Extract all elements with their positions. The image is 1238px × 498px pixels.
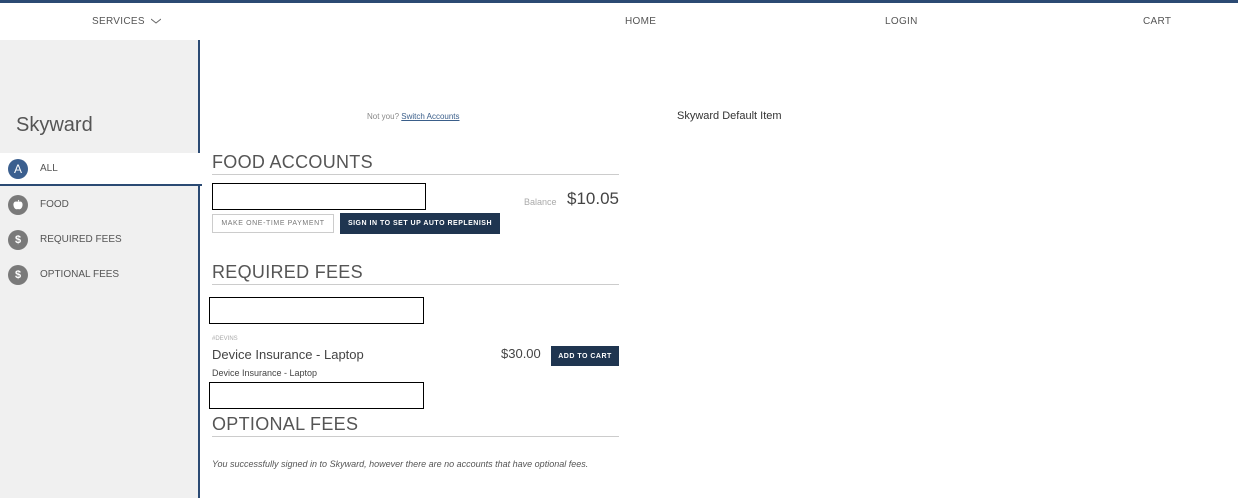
sidebar-item-label: ALL [40,163,58,174]
required-fees-heading: REQUIRED FEES [212,262,619,285]
dollar-icon: $ [8,229,28,250]
sidebar-item-required-fees[interactable]: $ REQUIRED FEES [0,223,200,256]
switch-accounts-link[interactable]: Switch Accounts [401,112,459,121]
nav-home[interactable]: HOME [625,16,656,27]
account-switcher: Not you? Switch Accounts [367,112,460,121]
add-to-cart-button[interactable]: ADD TO CART [551,346,619,366]
fee-description: Device Insurance - Laptop [212,368,318,378]
redacted-student-name [209,382,424,409]
sidebar-item-food[interactable]: FOOD [0,188,200,221]
brand-title: Skyward [16,114,93,136]
fee-name: Device Insurance - Laptop [212,347,364,362]
nav-login[interactable]: LOGIN [885,16,918,27]
not-you-text: Not you? [367,112,400,121]
default-item-label: Skyward Default Item [677,110,782,122]
main-content: Not you? Switch Accounts Skyward Default… [202,40,1238,498]
sidebar-item-label: REQUIRED FEES [40,234,122,245]
sidebar-item-label: OPTIONAL FEES [40,269,120,280]
fee-code: #DEVINS [212,336,238,342]
balance-value: $10.05 [567,189,619,208]
dollar-icon: $ [8,264,28,285]
auto-replenish-button[interactable]: SIGN IN TO SET UP AUTO REPLENISH [340,213,500,234]
redacted-student-name [212,183,426,210]
redacted-student-name [209,297,424,324]
nav-services-label: SERVICES [92,16,145,27]
food-accounts-heading: FOOD ACCOUNTS [212,152,619,175]
sidebar-item-all[interactable]: A ALL [0,153,202,186]
fee-price: $30.00 [501,346,541,361]
make-one-time-payment-button[interactable]: MAKE ONE-TIME PAYMENT [212,214,334,233]
chevron-down-icon [150,18,161,24]
nav-cart[interactable]: CART [1143,16,1171,27]
sidebar-item-optional-fees[interactable]: $ OPTIONAL FEES [0,258,200,291]
optional-fees-heading: OPTIONAL FEES [212,414,619,437]
sidebar-item-label: FOOD [40,199,69,210]
optional-fees-message: You successfully signed in to Skyward, h… [212,459,589,469]
apple-icon [8,194,28,215]
all-letter-icon: A [8,158,28,179]
sidebar: Skyward A ALL FOOD $ REQUIRED FEES $ OPT… [0,40,202,498]
nav-services[interactable]: SERVICES [92,16,161,27]
top-navigation: SERVICES HOME LOGIN CART [0,0,1238,40]
balance-label: Balance [524,197,557,207]
